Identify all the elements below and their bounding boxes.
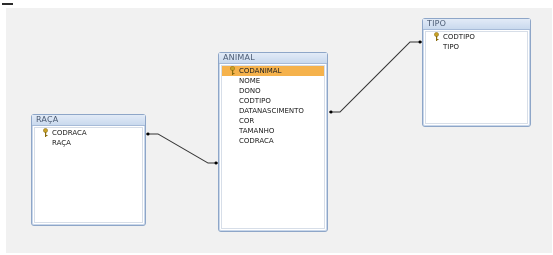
table-title-raca[interactable]: RAÇA — [32, 115, 145, 126]
field-name: TAMANHO — [239, 127, 275, 135]
field-row-cor[interactable]: COR — [222, 116, 324, 126]
field-row-codtipo[interactable]: CODTIPO — [222, 96, 324, 106]
key-icon — [43, 128, 48, 137]
field-row-dono[interactable]: DONO — [222, 86, 324, 96]
field-name: CODANIMAL — [239, 67, 282, 75]
field-list-tipo: CODTIPO TIPO — [425, 31, 528, 124]
field-row-raca[interactable]: RAÇA — [35, 138, 142, 148]
field-row-codtipo[interactable]: CODTIPO — [426, 32, 527, 42]
field-row-datanascimento[interactable]: DATANASCIMENTO — [222, 106, 324, 116]
table-window-tipo[interactable]: TIPO CODTIPO TIPO — [422, 18, 531, 127]
field-name: CODRACA — [52, 129, 87, 137]
field-name: NOME — [239, 77, 261, 85]
field-row-nome[interactable]: NOME — [222, 76, 324, 86]
key-icon — [230, 66, 235, 75]
field-list-raca: CODRACA RAÇA — [34, 127, 143, 223]
field-row-tipo[interactable]: TIPO — [426, 42, 527, 52]
field-name: CODTIPO — [443, 33, 475, 41]
table-title-tipo[interactable]: TIPO — [423, 19, 530, 30]
field-name: DATANASCIMENTO — [239, 107, 304, 115]
field-name: DONO — [239, 87, 261, 95]
field-name: TIPO — [443, 43, 460, 51]
field-row-tamanho[interactable]: TAMANHO — [222, 126, 324, 136]
window-corner-mark — [2, 3, 13, 5]
field-row-codraca[interactable]: CODRACA — [222, 136, 324, 146]
field-name: RAÇA — [52, 139, 71, 147]
key-icon — [434, 32, 439, 41]
field-name: CODTIPO — [239, 97, 271, 105]
table-window-animal[interactable]: ANIMAL CODANIMAL NOME DONO CODTIPO DATAN… — [218, 52, 328, 232]
field-name: COR — [239, 117, 255, 125]
field-name: CODRACA — [239, 137, 274, 145]
field-row-codanimal[interactable]: CODANIMAL — [222, 66, 324, 76]
table-window-raca[interactable]: RAÇA CODRACA RAÇA — [31, 114, 146, 226]
field-row-codraca[interactable]: CODRACA — [35, 128, 142, 138]
field-list-animal: CODANIMAL NOME DONO CODTIPO DATANASCIMEN… — [221, 65, 325, 229]
table-title-animal[interactable]: ANIMAL — [219, 53, 327, 64]
